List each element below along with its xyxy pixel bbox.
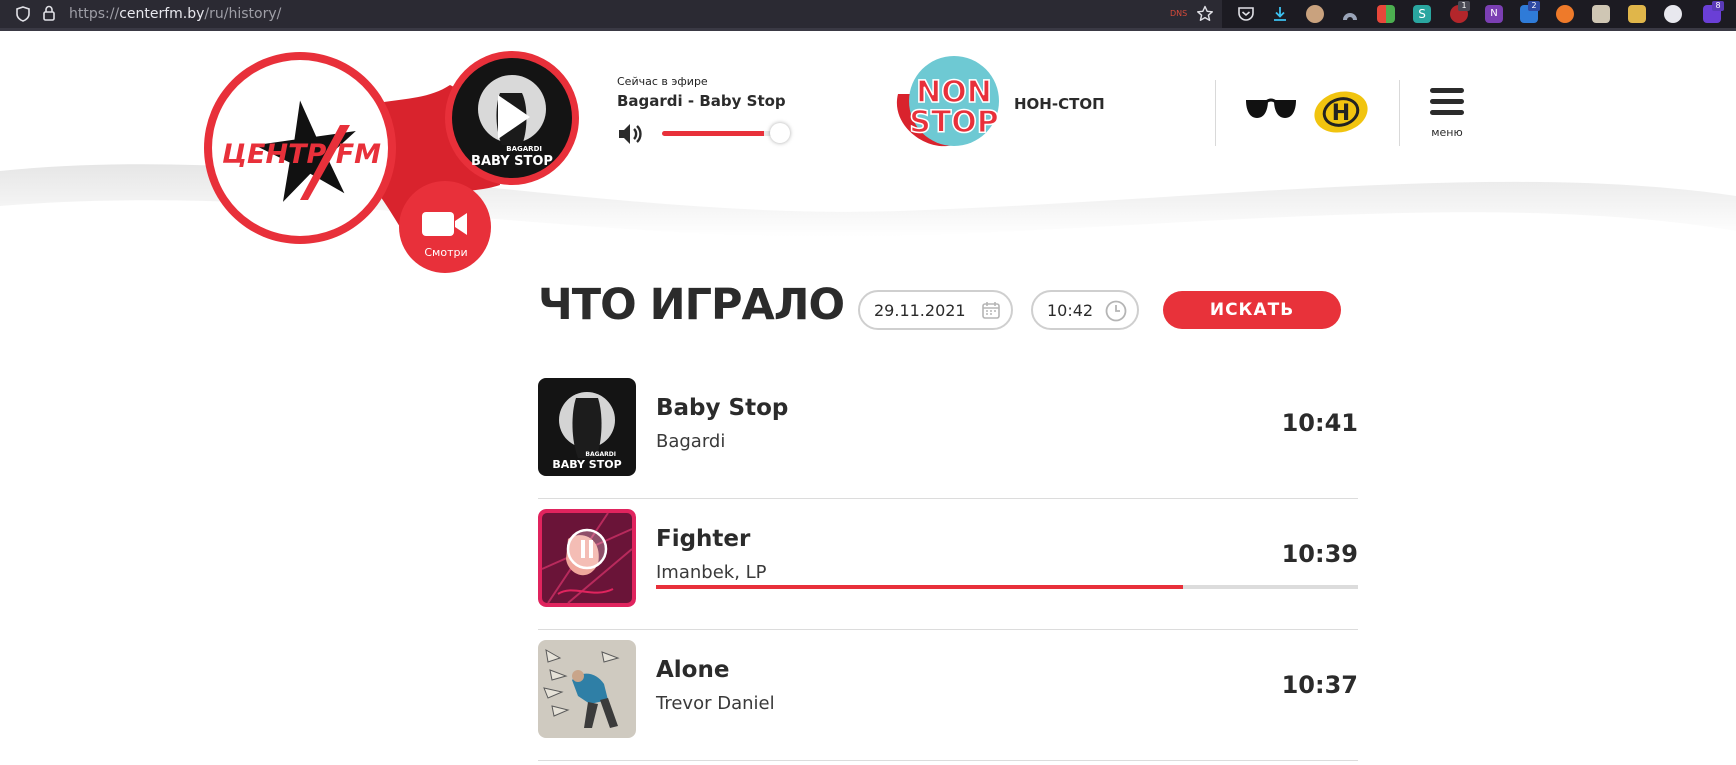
- track-artist: Imanbek, LP: [656, 562, 767, 583]
- pause-icon[interactable]: [566, 528, 608, 570]
- ont-logo-icon[interactable]: Н: [1313, 91, 1369, 133]
- track-time: 10:41: [1281, 409, 1358, 437]
- nonstop-logo-line2: STOP: [909, 105, 999, 140]
- extension-purple-badge: 8: [1712, 1, 1724, 11]
- url-prefix: https://: [69, 6, 120, 22]
- url-path: /ru/history/: [204, 6, 282, 22]
- glasses-icon[interactable]: [1244, 97, 1298, 121]
- menu-bar-icon: [1430, 88, 1464, 93]
- logo-text: ЦЕНТР FM: [222, 139, 381, 170]
- header-cover-artist: BAGARDI: [506, 145, 542, 153]
- track-cover-artist: BAGARDI: [585, 451, 616, 458]
- track-time: 10:37: [1281, 671, 1358, 699]
- track-cover[interactable]: [538, 640, 636, 738]
- time-value: 10:42: [1047, 301, 1094, 320]
- extension-pencil-icon[interactable]: [1628, 5, 1646, 23]
- track-artist: Bagardi: [656, 431, 726, 452]
- video-camera-icon: [422, 212, 467, 236]
- track-progress-bar[interactable]: [656, 585, 1358, 589]
- extension-s-icon[interactable]: S: [1413, 5, 1431, 23]
- track-row[interactable]: Alone Trevor Daniel 10:37: [538, 631, 1358, 761]
- extension-bot-icon[interactable]: [1664, 5, 1682, 23]
- now-playing-title: Bagardi - Baby Stop: [617, 92, 786, 110]
- track-row[interactable]: Fighter Imanbek, LP 10:39: [538, 500, 1358, 630]
- shield-icon[interactable]: [16, 6, 30, 22]
- watch-label: Смотри: [424, 246, 468, 259]
- ublock-badge: 1: [1458, 1, 1470, 11]
- extension-blue-badge: 2: [1528, 1, 1540, 11]
- menu-bar-icon: [1430, 110, 1464, 115]
- download-icon[interactable]: [1271, 5, 1289, 23]
- reader-icon[interactable]: [1592, 5, 1610, 23]
- pocket-icon[interactable]: [1237, 5, 1255, 23]
- menu-bar-icon: [1430, 99, 1464, 104]
- nonstop-logo[interactable]: NON STOP: [888, 54, 1008, 154]
- nonstop-label[interactable]: НОН-СТОП: [1014, 95, 1105, 113]
- url-host: centerfm.by: [119, 6, 205, 22]
- track-cover-title: BABY STOP: [552, 458, 621, 471]
- track-progress-fill: [656, 585, 1183, 589]
- ont-logo-letter: Н: [1332, 101, 1350, 126]
- track-title: Fighter: [656, 526, 751, 552]
- calendar-icon[interactable]: [982, 301, 1000, 319]
- header-divider: [1399, 80, 1400, 146]
- menu-label: меню: [1431, 126, 1463, 139]
- track-row[interactable]: BAGARDI BABY STOP Baby Stop Bagardi 10:4…: [538, 369, 1358, 499]
- track-artist: Trevor Daniel: [656, 693, 775, 714]
- volume-icon[interactable]: [617, 122, 643, 146]
- time-field[interactable]: 10:42: [1031, 290, 1139, 330]
- now-playing-label: Сейчас в эфире: [617, 75, 708, 88]
- site-logo[interactable]: BAGARDI BABY STOP ЦЕНТР FM: [190, 45, 590, 275]
- watch-button[interactable]: Смотри: [400, 182, 492, 274]
- vpn-icon[interactable]: [1341, 5, 1359, 23]
- address-bar[interactable]: https://centerfm.by/ru/history/ DNS: [0, 0, 1222, 28]
- page-title: ЧТО ИГРАЛО: [538, 280, 845, 330]
- header-divider: [1215, 80, 1216, 146]
- volume-slider-handle[interactable]: [770, 123, 790, 143]
- header-cover-title: BABY STOP: [471, 154, 553, 169]
- extension-grid-icon[interactable]: [1377, 5, 1395, 23]
- lock-icon[interactable]: [43, 5, 55, 21]
- search-button[interactable]: ИСКАТЬ: [1163, 291, 1341, 329]
- browser-toolbar: https://centerfm.by/ru/history/ DNS S 1 …: [0, 0, 1736, 31]
- profile-avatar-icon[interactable]: [1306, 5, 1324, 23]
- bookmark-star-icon[interactable]: [1196, 5, 1214, 23]
- volume-slider-track[interactable]: [662, 131, 782, 136]
- dns-indicator: DNS: [1170, 9, 1188, 18]
- menu-button[interactable]: меню: [1427, 88, 1467, 140]
- track-cover[interactable]: BAGARDI BABY STOP: [538, 378, 636, 476]
- onenote-icon[interactable]: N: [1485, 5, 1503, 23]
- date-field[interactable]: 29.11.2021: [858, 290, 1013, 330]
- track-time: 10:39: [1281, 540, 1358, 568]
- track-title: Baby Stop: [656, 395, 789, 421]
- date-value: 29.11.2021: [874, 301, 966, 320]
- clock-icon[interactable]: [1105, 300, 1127, 322]
- url-text[interactable]: https://centerfm.by/ru/history/: [69, 6, 281, 22]
- firefox-extension-icon[interactable]: [1556, 5, 1574, 23]
- track-title: Alone: [656, 657, 730, 683]
